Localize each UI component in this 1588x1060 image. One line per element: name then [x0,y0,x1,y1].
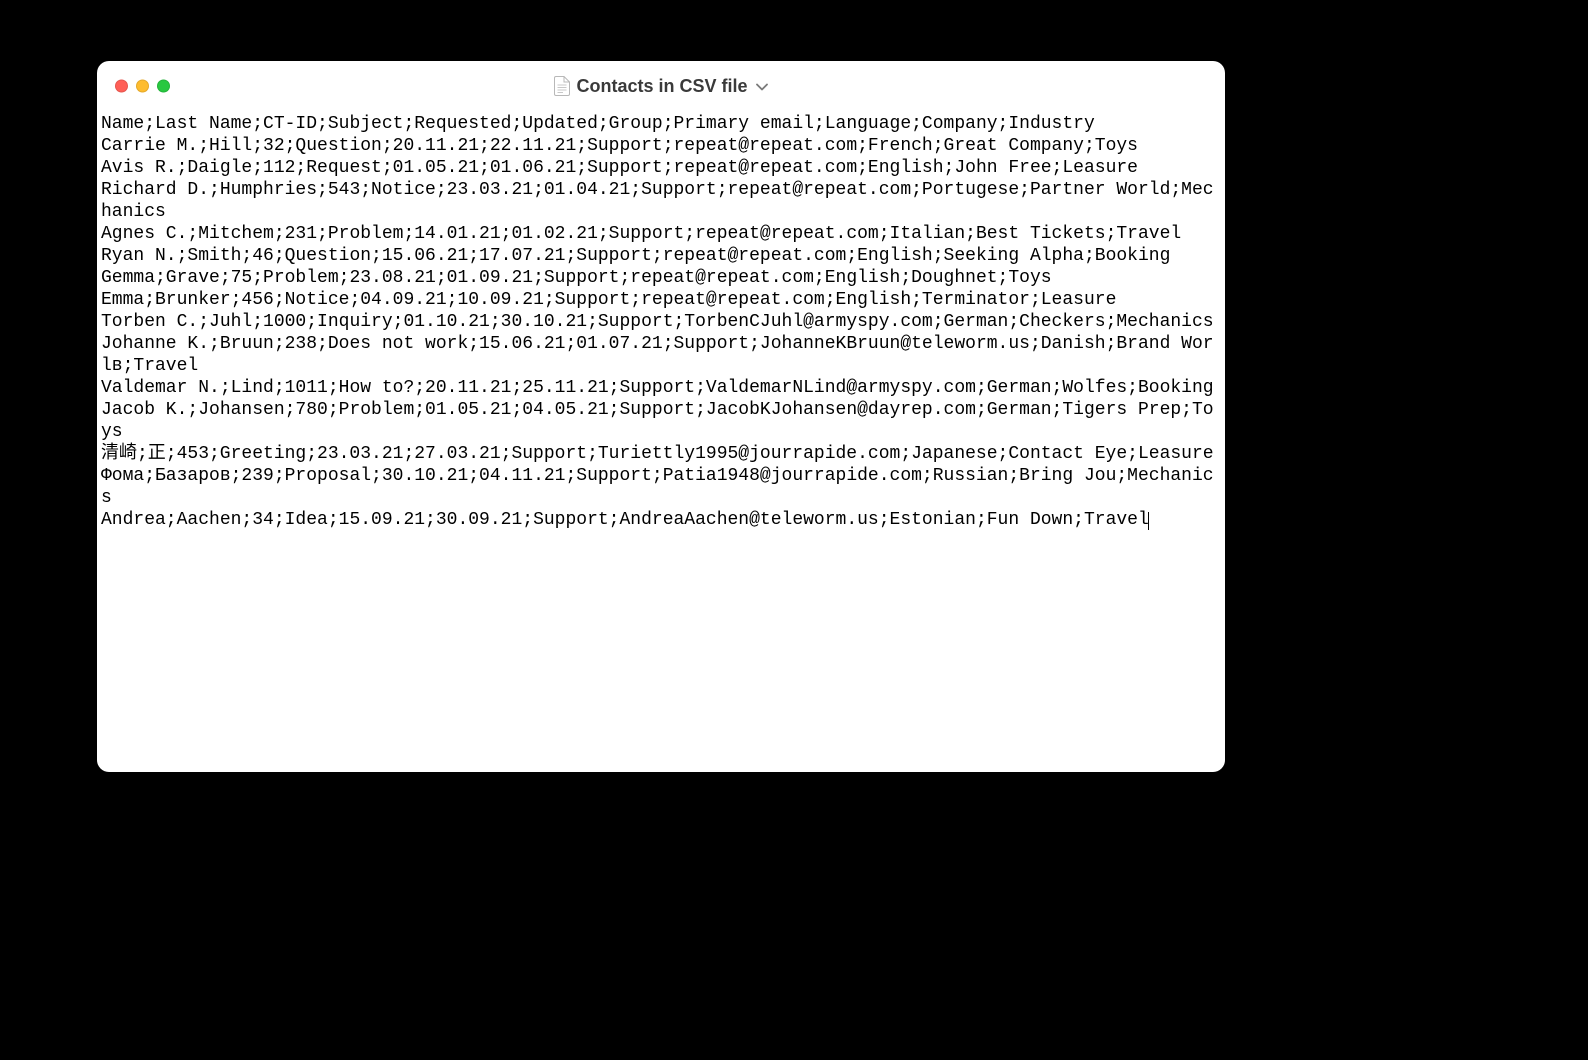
title-dropdown[interactable]: Contacts in CSV file [554,76,767,97]
document-icon [554,76,570,96]
window-title: Contacts in CSV file [576,76,747,97]
minimize-button[interactable] [136,80,149,93]
text-cursor [1148,512,1149,530]
close-button[interactable] [115,80,128,93]
csv-text[interactable]: Name;Last Name;CT-ID;Subject;Requested;U… [101,113,1221,531]
editor-content-area[interactable]: Name;Last Name;CT-ID;Subject;Requested;U… [97,111,1225,772]
text-editor-window: Contacts in CSV file Name;Last Name;CT-I… [97,61,1225,772]
window-controls [115,80,170,93]
titlebar[interactable]: Contacts in CSV file [97,61,1225,111]
maximize-button[interactable] [157,80,170,93]
chevron-down-icon [756,78,768,94]
